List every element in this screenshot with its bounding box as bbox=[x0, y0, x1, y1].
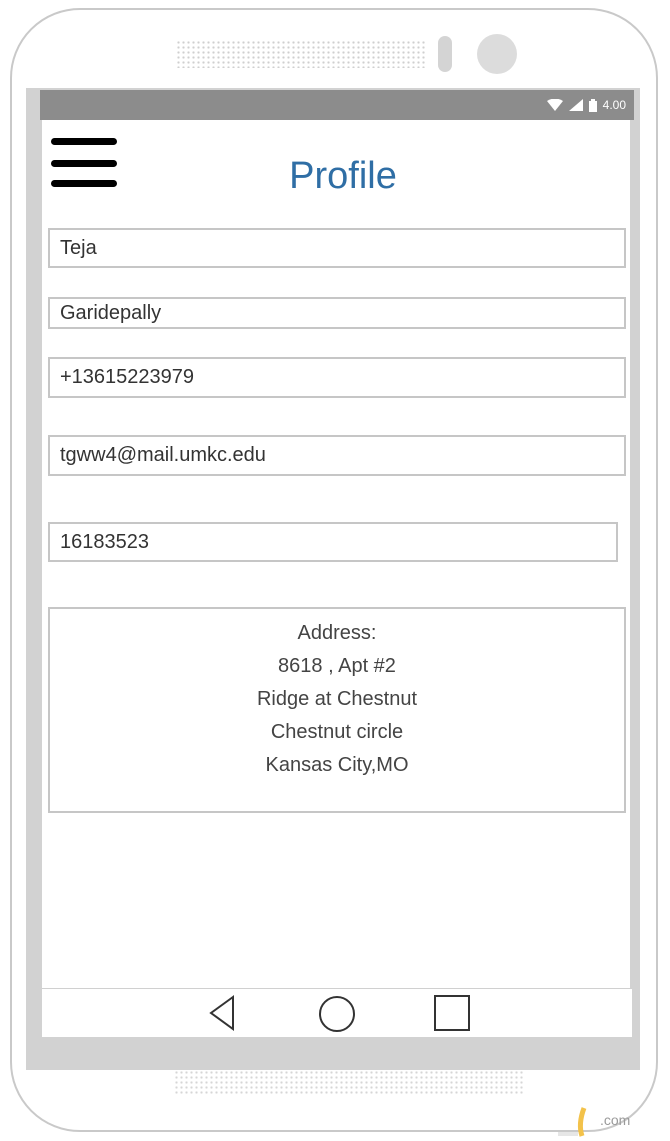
address-line: 8618 , Apt #2 bbox=[278, 655, 396, 677]
status-bar: 4.00 bbox=[40, 90, 634, 120]
battery-icon bbox=[588, 98, 597, 112]
page-title: Profile bbox=[289, 155, 397, 197]
address-box[interactable]: Address: 8618 , Apt #2 Ridge at Chestnut… bbox=[48, 607, 626, 813]
recent-apps-icon[interactable] bbox=[434, 995, 470, 1031]
phone-field[interactable]: +13615223979 bbox=[48, 357, 626, 398]
last-name-field[interactable]: Garidepally bbox=[48, 297, 626, 329]
wifi-icon bbox=[546, 99, 563, 111]
address-label: Address: bbox=[297, 622, 377, 644]
first-name-field[interactable]: Teja bbox=[48, 228, 626, 268]
watermark-text: .com bbox=[600, 1112, 631, 1128]
back-icon[interactable] bbox=[208, 995, 236, 1031]
email-field[interactable]: tgww4@mail.umkc.edu bbox=[48, 435, 626, 476]
top-speaker-grille bbox=[176, 40, 426, 68]
front-camera bbox=[477, 34, 517, 74]
cell-signal-icon bbox=[568, 99, 583, 111]
id-number-field[interactable]: 16183523 bbox=[48, 522, 618, 562]
address-line: Chestnut circle bbox=[270, 721, 404, 743]
address-line: Ridge at Chestnut bbox=[256, 688, 418, 710]
proximity-sensor bbox=[438, 36, 452, 72]
home-icon[interactable] bbox=[318, 995, 356, 1033]
watermark-logo bbox=[558, 1107, 587, 1137]
navigation-bar bbox=[42, 988, 632, 1037]
address-line: Kansas City,MO bbox=[265, 754, 409, 776]
status-time: 4.00 bbox=[602, 98, 626, 112]
